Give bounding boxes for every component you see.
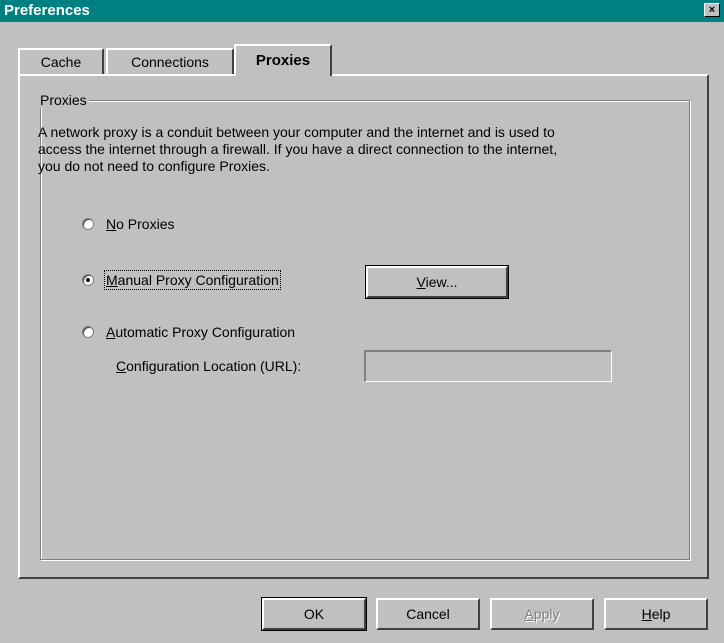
radio-automatic-proxy-label: Automatic Proxy Configuration: [106, 324, 296, 340]
window-title: Preferences: [4, 2, 90, 19]
tab-connections-label: Connections: [131, 54, 209, 70]
ok-button-label: OK: [303, 606, 325, 622]
proxies-panel: Proxies A network proxy is a conduit bet…: [18, 74, 709, 579]
view-button-label: View...: [416, 274, 458, 290]
title-bar[interactable]: Preferences ×: [0, 0, 724, 22]
tab-proxies[interactable]: Proxies: [234, 44, 332, 76]
apply-button-label: Apply: [524, 606, 560, 622]
view-button[interactable]: View...: [365, 265, 509, 299]
radio-no-proxies-label: No Proxies: [106, 216, 175, 232]
radio-button-icon[interactable]: [82, 326, 94, 338]
preferences-window: Preferences × Cache Connections Proxies …: [0, 0, 724, 643]
config-location-url-field[interactable]: [364, 350, 612, 382]
ok-button[interactable]: OK: [261, 597, 367, 631]
proxies-group-label: Proxies: [38, 92, 89, 108]
radio-automatic-proxy[interactable]: Automatic Proxy Configuration: [82, 324, 295, 340]
description-line: A network proxy is a conduit between you…: [38, 124, 555, 140]
tab-cache-label: Cache: [40, 54, 82, 70]
close-icon: ×: [708, 4, 716, 16]
tab-cache[interactable]: Cache: [18, 48, 104, 74]
radio-manual-proxy[interactable]: Manual Proxy Configuration: [82, 270, 281, 290]
radio-manual-proxy-label: Manual Proxy Configuration: [104, 270, 281, 290]
cancel-button-label: Cancel: [406, 606, 450, 622]
radio-no-proxies[interactable]: No Proxies: [82, 216, 174, 232]
tab-connections[interactable]: Connections: [106, 48, 234, 74]
help-button[interactable]: Help: [604, 598, 708, 630]
radio-button-icon[interactable]: [82, 218, 94, 230]
radio-button-checked-icon[interactable]: [82, 274, 94, 286]
apply-button[interactable]: Apply: [490, 598, 594, 630]
description-line: access the internet through a firewall. …: [38, 141, 558, 157]
config-location-label: Configuration Location (URL):: [116, 358, 302, 374]
description-line: you do not need to configure Proxies.: [38, 158, 270, 174]
proxy-description: A network proxy is a conduit between you…: [38, 124, 678, 175]
tab-proxies-label: Proxies: [255, 52, 311, 69]
cancel-button[interactable]: Cancel: [376, 598, 480, 630]
close-button[interactable]: ×: [704, 3, 720, 17]
help-button-label: Help: [641, 606, 671, 622]
